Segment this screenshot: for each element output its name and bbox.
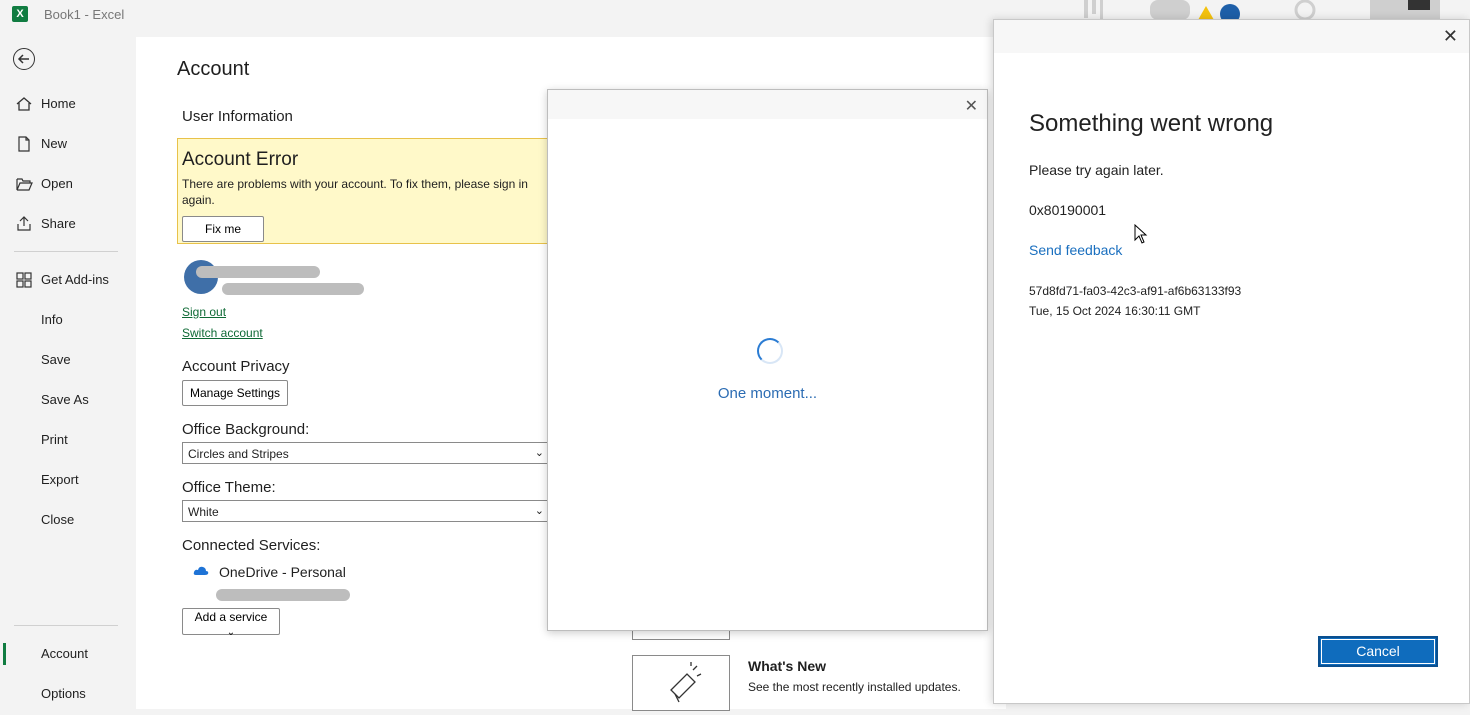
- sidebar-item-label: Open: [41, 176, 73, 191]
- switch-account-link[interactable]: Switch account: [182, 326, 263, 340]
- sidebar-item-save[interactable]: Save: [0, 343, 136, 377]
- sidebar-item-label: Save: [41, 352, 71, 367]
- close-icon[interactable]: ✕: [965, 96, 978, 116]
- sidebar-item-home[interactable]: Home: [0, 87, 136, 121]
- sidebar-item-options[interactable]: Options: [0, 677, 136, 711]
- new-document-icon: [18, 136, 30, 152]
- account-privacy-heading: Account Privacy: [182, 358, 290, 375]
- chevron-down-icon: ⌄: [534, 447, 544, 459]
- error-code: 0x80190001: [1029, 202, 1107, 218]
- excel-logo-icon: X: [12, 6, 28, 22]
- sidebar-item-label: Save As: [41, 392, 89, 407]
- sidebar-divider: [14, 251, 118, 252]
- sidebar-item-export[interactable]: Export: [0, 463, 136, 497]
- grid-icon: [16, 272, 32, 288]
- redacted-onedrive-account: [216, 589, 350, 601]
- sidebar-item-account[interactable]: Account: [0, 637, 136, 671]
- dialog-header: ✕: [994, 20, 1469, 53]
- sidebar-item-get-add-ins[interactable]: Get Add-ins: [0, 263, 136, 297]
- sidebar-item-print[interactable]: Print: [0, 423, 136, 457]
- cancel-button[interactable]: Cancel: [1318, 636, 1438, 667]
- chevron-down-icon: ⌄: [226, 627, 236, 638]
- megaphone-icon: [670, 662, 702, 703]
- sidebar-item-close[interactable]: Close: [0, 503, 136, 537]
- fix-me-button[interactable]: Fix me: [182, 216, 264, 242]
- sidebar-item-label: New: [41, 136, 68, 151]
- onedrive-cloud-icon: [193, 566, 209, 575]
- office-theme-value: White: [188, 505, 219, 519]
- sidebar-item-label: Share: [41, 216, 76, 231]
- sidebar-item-label: Get Add-ins: [41, 272, 109, 287]
- office-theme-label: Office Theme:: [182, 479, 276, 496]
- sidebar-item-label: Close: [41, 512, 75, 527]
- chevron-down-icon: ⌄: [534, 505, 544, 517]
- connected-services-label: Connected Services:: [182, 537, 321, 554]
- redacted-user-name: [196, 266, 320, 278]
- back-button[interactable]: [13, 48, 35, 70]
- backstage-sidebar: Home New Open Share Get Add-ins Info Sav…: [0, 30, 136, 709]
- add-service-button[interactable]: Add a service ⌄: [182, 608, 280, 638]
- window-title: Book1 - Excel: [44, 7, 125, 22]
- sidebar-item-label: Export: [41, 472, 79, 487]
- office-background-value: Circles and Stripes: [188, 447, 289, 461]
- office-background-label: Office Background:: [182, 421, 310, 438]
- error-message: Please try again later.: [1029, 162, 1164, 178]
- sidebar-item-info[interactable]: Info: [0, 303, 136, 337]
- account-error-message: There are problems with your account. To…: [182, 177, 528, 207]
- onedrive-service-name: OneDrive - Personal: [219, 564, 346, 580]
- whats-new-description: See the most recently installed updates.: [748, 680, 961, 694]
- sidebar-divider: [14, 625, 118, 626]
- dialog-header: ✕: [548, 90, 987, 119]
- office-background-select[interactable]: Circles and Stripes ⌄: [182, 442, 548, 464]
- manage-settings-button[interactable]: Manage Settings: [182, 380, 288, 406]
- send-feedback-link[interactable]: Send feedback: [1029, 242, 1122, 258]
- sign-out-link[interactable]: Sign out: [182, 305, 226, 319]
- loading-spinner-icon: [757, 338, 783, 364]
- office-theme-select[interactable]: White ⌄: [182, 500, 548, 522]
- sidebar-item-label: Home: [41, 96, 76, 111]
- sidebar-item-label: Info: [41, 312, 63, 327]
- account-error-title: Account Error: [182, 149, 299, 170]
- sidebar-item-save-as[interactable]: Save As: [0, 383, 136, 417]
- redacted-user-email: [222, 283, 364, 295]
- home-icon: [16, 97, 32, 111]
- close-icon[interactable]: ✕: [1443, 26, 1458, 47]
- error-title: Something went wrong: [1029, 110, 1274, 137]
- loading-message: One moment...: [717, 385, 818, 402]
- account-error-banner: Account Error There are problems with yo…: [177, 138, 557, 244]
- loading-dialog: ✕ One moment...: [547, 89, 988, 631]
- folder-open-icon: [16, 178, 33, 191]
- correlation-id: 57d8fd71-fa03-42c3-af91-af6b63133f93: [1029, 284, 1242, 298]
- user-info-heading: User Information: [182, 108, 293, 125]
- add-service-label: Add a service: [194, 610, 268, 624]
- share-icon: [17, 216, 31, 231]
- page-title: Account: [177, 58, 250, 80]
- back-arrow-icon: [17, 54, 29, 64]
- sidebar-item-label: Options: [41, 686, 86, 701]
- sidebar-item-label: Account: [41, 646, 88, 661]
- sidebar-item-new[interactable]: New: [0, 127, 136, 161]
- sidebar-item-share[interactable]: Share: [0, 207, 136, 241]
- whats-new-title: What's New: [748, 658, 827, 674]
- whats-new-tile[interactable]: [632, 655, 730, 711]
- sidebar-item-label: Print: [41, 432, 68, 447]
- sidebar-item-open[interactable]: Open: [0, 167, 136, 201]
- error-timestamp: Tue, 15 Oct 2024 16:30:11 GMT: [1029, 304, 1201, 318]
- mouse-cursor-icon: [1134, 224, 1148, 244]
- error-dialog: ✕ Something went wrong Please try again …: [993, 19, 1470, 704]
